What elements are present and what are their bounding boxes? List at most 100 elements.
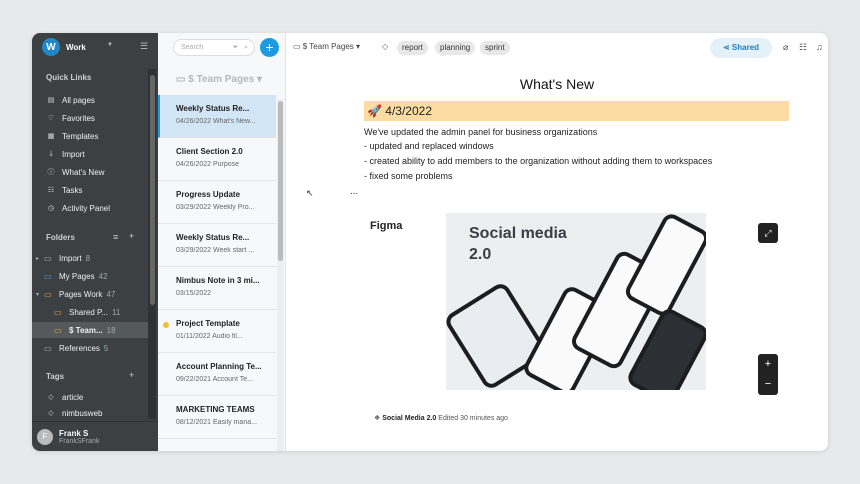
embed-preview-subtitle: 2.0	[469, 246, 492, 263]
folder-my-pages[interactable]: ▭ My Pages 42	[36, 268, 148, 284]
breadcrumb-label: $ Team Pages	[302, 42, 354, 51]
body-line[interactable]: We've updated the admin panel for busine…	[364, 127, 597, 137]
folder-label: Shared P...	[69, 307, 108, 317]
page-title[interactable]: What's New	[286, 76, 828, 92]
zoom-out-button[interactable]: −	[758, 374, 778, 394]
note-subtitle: 03/29/2022 Weekly Pro...	[176, 204, 255, 211]
status-dot-icon	[163, 322, 169, 328]
folder-references[interactable]: ▭ References 5	[36, 340, 148, 356]
note-item[interactable]: Nimbus Note in 3 mi... 03/15/2022	[158, 267, 276, 310]
note-title: Project Template	[176, 319, 240, 328]
sidebar-item-all-pages[interactable]: ▤ All pages	[46, 92, 152, 108]
note-item[interactable]: Weekly Status Re... 03/29/2022 Week start…	[158, 224, 276, 267]
clock-icon: ◷	[47, 205, 55, 212]
sidebar-item-activity-panel[interactable]: ◷ Activity Panel	[46, 200, 152, 216]
folder-pages-work[interactable]: ▾ ▭ Pages Work 47	[36, 286, 148, 302]
outline-icon[interactable]: ☷	[799, 42, 807, 53]
tags-title: Tags	[46, 372, 65, 381]
user-profile[interactable]: F Frank S FrankSFrank	[32, 421, 158, 451]
quick-links-title: Quick Links	[46, 73, 92, 82]
sidebar-item-label: Activity Panel	[62, 203, 111, 213]
sidebar-item-templates[interactable]: ▦ Templates	[46, 128, 152, 144]
folder-label: Import	[59, 253, 82, 263]
folder-shared-pages[interactable]: ▭ Shared P... 11	[46, 304, 148, 320]
tag-icon: ◇	[48, 410, 54, 417]
body-line[interactable]: - updated and replaced windows	[364, 141, 494, 151]
note-item[interactable]: Account Planning Te... 09/22/2021 Account…	[158, 353, 276, 396]
folder-count: 5	[103, 343, 109, 353]
tag-chip[interactable]: planning	[435, 41, 476, 55]
sidebar-item-favorites[interactable]: ♡ Favorites	[46, 110, 152, 126]
info-icon: ⓘ	[47, 169, 55, 176]
note-subtitle: 04/26/2022 What's New...	[176, 118, 256, 125]
shared-folder-icon: ▭	[54, 307, 62, 317]
note-item[interactable]: MARKETING TEAMS 08/12/2021 Easily mana...	[158, 396, 276, 439]
workspace-name: Work	[66, 42, 86, 52]
expand-icon[interactable]: ⤢	[758, 223, 778, 243]
embed-provider: Figma	[370, 220, 403, 232]
note-item[interactable]: Client Section 2.0 04/26/2022 Purpose	[158, 138, 276, 181]
search-placeholder: Search	[181, 44, 204, 51]
workspace-logo: W	[42, 38, 60, 56]
add-folder-icon[interactable]: +	[129, 231, 134, 241]
import-icon: ⤓	[49, 150, 53, 157]
tag-chip[interactable]: sprint	[480, 41, 510, 55]
figma-embed-preview[interactable]: Social media 2.0	[446, 213, 706, 390]
zoom-control: + −	[758, 354, 778, 395]
folder-count: 47	[106, 289, 116, 299]
share-icon: ⋖	[722, 43, 732, 52]
body-line[interactable]: - created ability to add members to the …	[364, 156, 712, 166]
filter-icon[interactable]: ⏷	[232, 44, 238, 52]
chevron-down-icon[interactable]: ▾	[36, 291, 44, 298]
tag-icon: ◇	[48, 394, 54, 401]
workspace-switcher[interactable]: W Work	[42, 38, 86, 56]
tasks-icon: ☷	[47, 187, 55, 194]
search-input[interactable]: Search ⏷ ⌕	[173, 39, 255, 56]
note-title: Weekly Status Re...	[176, 104, 250, 113]
note-item[interactable]: Weekly Status Re... 04/26/2022 What's New…	[158, 95, 276, 138]
tag-chip[interactable]: report	[397, 41, 428, 55]
bell-icon[interactable]: ♫	[816, 42, 823, 52]
ellipsis-text: ...	[350, 186, 359, 197]
list-header[interactable]: ▭ $ Team Pages ▾	[176, 74, 262, 85]
embed-file-name[interactable]: Social Media 2.0	[382, 415, 436, 422]
tag-item[interactable]: ◇ article	[46, 389, 152, 405]
sidebar-item-tasks[interactable]: ☷ Tasks	[46, 182, 152, 198]
note-item[interactable]: Project Template 01/11/2022 Audio fil...	[158, 310, 276, 353]
note-subtitle: 03/15/2022	[176, 290, 212, 297]
embed-footer: ❖ Social Media 2.0 Edited 30 minutes ago	[374, 414, 508, 422]
folder-count: 18	[106, 325, 116, 335]
menu-icon[interactable]: ☰	[140, 41, 148, 52]
add-tag-icon[interactable]: +	[129, 370, 134, 380]
chevron-down-icon[interactable]: ▼	[107, 42, 113, 48]
note-title: Progress Update	[176, 190, 241, 199]
tag-item[interactable]: ◇ nimbusweb	[46, 407, 152, 419]
zoom-in-button[interactable]: +	[758, 354, 778, 374]
folder-import[interactable]: ▸ ▭ Import 8	[36, 250, 148, 266]
body-line[interactable]: - fixed some problems	[364, 171, 453, 181]
chevron-right-icon[interactable]: ▸	[36, 255, 44, 262]
sort-icon[interactable]: ≡	[113, 232, 118, 242]
folders-title: Folders	[46, 233, 75, 242]
add-note-button[interactable]: +	[260, 38, 279, 57]
attachment-icon[interactable]: ⌀	[783, 42, 788, 53]
sidebar-item-whats-new[interactable]: ⓘ What's New	[46, 164, 152, 180]
sidebar-item-label: What's New	[62, 167, 105, 177]
folder-label: My Pages	[59, 271, 95, 281]
note-item[interactable]: Progress Update 03/29/2022 Weekly Pro...	[158, 181, 276, 224]
sidebar-scrollbar-thumb[interactable]	[150, 75, 155, 305]
app-window: W Work ▼ ☰ Quick Links ▤ All pages ♡ Favor…	[32, 33, 828, 451]
editor-toolbar: ▭ $ Team Pages ▾ ◇ report planning sprin…	[286, 33, 828, 62]
breadcrumb[interactable]: ▭ $ Team Pages ▾	[293, 42, 360, 51]
template-icon: ▦	[47, 133, 55, 140]
tag-icon: ◇	[382, 42, 389, 51]
search-icon[interactable]: ⌕	[244, 44, 248, 52]
note-list-scrollbar-thumb[interactable]	[278, 101, 283, 261]
share-button[interactable]: ⋖ Shared	[710, 38, 772, 58]
embed-preview-title-line: Social media	[469, 225, 567, 242]
heart-icon: ♡	[47, 115, 55, 122]
sidebar-item-import[interactable]: ⤓ Import	[46, 146, 152, 162]
share-label: Shared	[731, 43, 760, 52]
folder-team-pages[interactable]: ▭ $ Team... 18	[32, 322, 148, 338]
date-heading[interactable]: 🚀 4/3/2022	[364, 101, 789, 121]
